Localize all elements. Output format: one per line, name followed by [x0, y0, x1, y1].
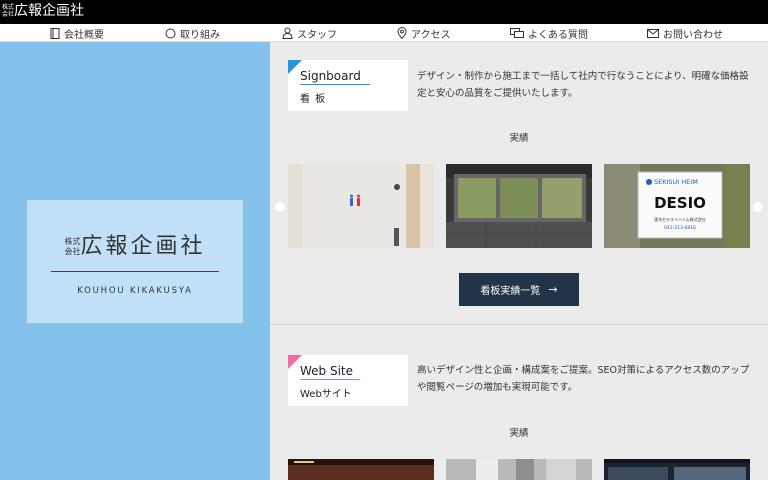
nav-item-label: お問い合わせ — [663, 29, 723, 41]
section-divider — [270, 324, 768, 325]
global-nav: 会社概要 取り組み スタッフ アクセス よくある質問 お問い合わせ — [0, 24, 768, 42]
gallery-photo[interactable] — [288, 164, 434, 248]
hero-left-panel: 株式会社広報企画社 KOUHOU KIKAKUSYA — [0, 42, 270, 480]
sign-sub-text: 東京セキスイハイム株式会社 — [654, 216, 706, 222]
nav-item-label: よくある質問 — [528, 29, 588, 41]
signboard-results-label: 実績 — [509, 133, 529, 144]
website-title-en: Web Site — [300, 364, 354, 378]
gallery-photo[interactable] — [446, 164, 592, 248]
brand-logo-rule — [51, 271, 219, 272]
gallery-photo[interactable] — [604, 459, 750, 480]
brand-logo-roman: KOUHOU KIKAKUSYA — [77, 286, 193, 296]
restroom-sign-photo — [288, 164, 434, 248]
signboard-gallery: SEKISUI HEIM DESIO 東京セキスイハイム株式会社 043-213… — [270, 164, 768, 248]
nav-item-contact[interactable]: お問い合わせ — [647, 24, 723, 42]
nav-item-staff[interactable]: スタッフ — [282, 24, 337, 42]
signboard-title-underline — [300, 84, 370, 85]
signboard-title-en: Signboard — [300, 69, 361, 83]
logo-kabu-text: 株式会社 — [2, 4, 15, 18]
brand-logo-name: 広報企画社 — [80, 234, 206, 259]
top-bar: 株式会社 広報企画社 — [0, 0, 768, 24]
website-gallery — [270, 459, 768, 480]
brand-logo-kabu: 株式会社 — [64, 237, 81, 256]
website-description: 高いデザイン性と企画・構成案をご提案。SEO対策によるアクセス数のアップや閲覧ペ… — [417, 365, 750, 393]
gallery-photo[interactable] — [288, 459, 434, 480]
gallery-prev-button[interactable] — [275, 202, 285, 212]
signboard-heading: Signboard 看 板 — [288, 60, 408, 111]
nav-item-label: アクセス — [411, 29, 451, 41]
header-logo[interactable]: 株式会社 広報企画社 — [2, 3, 84, 19]
brand-logo-main: 株式会社広報企画社 — [27, 228, 243, 260]
signboard-title-jp: 看 板 — [300, 94, 327, 105]
sign-phone-text: 043-213-6816 — [664, 225, 696, 231]
signboard-results-button-label: 看板実績一覧 — [480, 286, 541, 297]
gallery-photo[interactable] — [446, 459, 592, 480]
chat-bubbles-icon — [510, 27, 524, 38]
circle-icon — [165, 28, 176, 38]
book-icon — [50, 27, 60, 39]
nav-item-label: スタッフ — [297, 29, 337, 41]
nav-item-initiatives[interactable]: 取り組み — [165, 24, 220, 42]
website-thumbnail-photo — [288, 459, 434, 480]
brand-logo-card: 株式会社広報企画社 KOUHOU KIKAKUSYA — [27, 200, 243, 323]
gallery-next-button[interactable] — [753, 202, 763, 212]
envelope-icon — [647, 28, 659, 38]
sign-main-text: DESIO — [654, 194, 706, 212]
arrow-right-icon: → — [548, 283, 558, 296]
nav-item-label: 会社概要 — [64, 29, 104, 41]
nav-item-company[interactable]: 会社概要 — [50, 24, 104, 42]
website-title-underline — [300, 379, 360, 380]
sekisui-heim-sign-photo: SEKISUI HEIM DESIO 東京セキスイハイム株式会社 043-213… — [604, 164, 750, 248]
nav-item-access[interactable]: アクセス — [397, 24, 451, 42]
map-pin-icon — [397, 27, 407, 39]
services-section: Signboard 看 板 デザイン・制作から施工まで一括して社内で行なうことに… — [270, 42, 768, 480]
nav-item-faq[interactable]: よくある質問 — [510, 24, 588, 42]
website-thumbnail-photo — [446, 459, 592, 480]
website-heading: Web Site Webサイト — [288, 355, 408, 406]
logo-name-text: 広報企画社 — [14, 3, 84, 19]
website-title-jp: Webサイト — [300, 389, 352, 400]
nav-item-label: 取り組み — [180, 29, 220, 41]
website-thumbnail-photo — [604, 459, 750, 480]
sign-brand-text: SEKISUI HEIM — [654, 178, 698, 186]
gallery-photo[interactable]: SEKISUI HEIM DESIO 東京セキスイハイム株式会社 043-213… — [604, 164, 750, 248]
person-icon — [282, 27, 293, 39]
window-signboard-photo — [446, 164, 592, 248]
signboard-results-button[interactable]: 看板実績一覧 → — [459, 273, 579, 306]
website-results-label: 実績 — [509, 428, 529, 439]
signboard-description: デザイン・制作から施工まで一括して社内で行なうことにより、明確な価格設定と安心の… — [417, 71, 749, 99]
